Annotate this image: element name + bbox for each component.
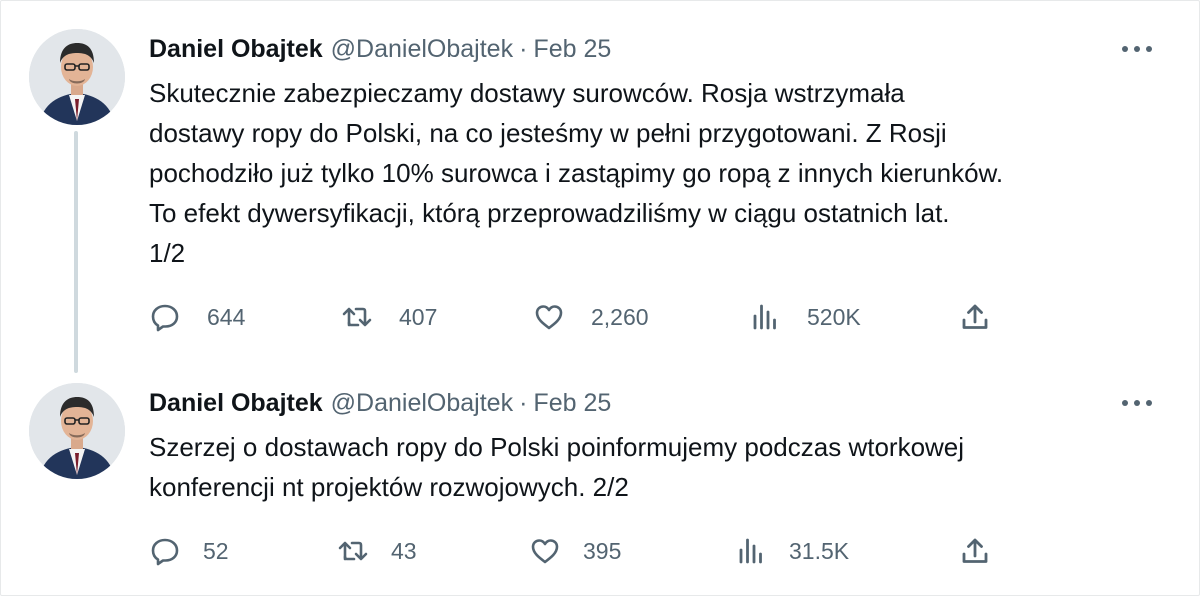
retweet-button[interactable]: 43 bbox=[337, 531, 417, 571]
tweet-date[interactable]: Feb 25 bbox=[533, 29, 611, 69]
retweet-count: 43 bbox=[391, 537, 417, 564]
tweet-text-line: 1/2 bbox=[149, 238, 186, 268]
tweet-date[interactable]: Feb 25 bbox=[533, 383, 611, 423]
reply-count: 52 bbox=[203, 537, 229, 564]
author-avatar[interactable] bbox=[29, 29, 125, 125]
like-count: 2,260 bbox=[591, 303, 649, 330]
tweet-text-line: konferencji nt projektów rozwojowych. 2/… bbox=[149, 472, 629, 502]
bar-chart-icon bbox=[739, 538, 762, 564]
tweet-text-line: To efekt dywersyfikacji, którą przeprowa… bbox=[149, 198, 950, 228]
upload-share-icon bbox=[962, 304, 988, 329]
like-count: 395 bbox=[583, 537, 622, 564]
speech-bubble-icon bbox=[151, 538, 179, 566]
reply-button[interactable]: 52 bbox=[149, 531, 229, 571]
retweet-button[interactable]: 407 bbox=[341, 297, 437, 337]
tweet-header: Daniel Obajtek @DanielObajtek · Feb 25 bbox=[149, 29, 611, 69]
like-button[interactable]: 395 bbox=[529, 531, 621, 571]
share-button[interactable] bbox=[959, 297, 991, 337]
separator-dot: · bbox=[519, 389, 528, 417]
retweet-arrows-icon bbox=[338, 541, 368, 561]
more-options-button[interactable] bbox=[1117, 34, 1157, 64]
tweet-thread-frame: Daniel Obajtek @DanielObajtek · Feb 25 S… bbox=[0, 0, 1200, 596]
views-count: 31.5K bbox=[789, 537, 850, 564]
views-count: 520K bbox=[807, 303, 861, 330]
tweet-text: Szerzej o dostawach ropy do Polski poinf… bbox=[149, 427, 1159, 507]
tweet-text-line: pochodziło już tylko 10% surowca i zastą… bbox=[149, 158, 1004, 188]
separator-dot: · bbox=[519, 35, 528, 63]
tweet-text-line: Skutecznie zabezpieczamy dostawy surowcó… bbox=[149, 78, 905, 108]
tweet-header: Daniel Obajtek @DanielObajtek · Feb 25 bbox=[149, 383, 611, 423]
retweet-count: 407 bbox=[399, 303, 438, 330]
tweet-2[interactable]: Daniel Obajtek @DanielObajtek · Feb 25 S… bbox=[1, 373, 1200, 596]
upload-share-icon bbox=[962, 538, 988, 563]
more-horizontal-icon bbox=[1122, 400, 1152, 406]
tweet-text-line: dostawy ropy do Polski, na co jesteśmy w… bbox=[149, 118, 947, 148]
speech-bubble-icon bbox=[151, 304, 179, 332]
tweet-1[interactable]: Daniel Obajtek @DanielObajtek · Feb 25 S… bbox=[1, 1, 1200, 373]
reply-button[interactable]: 644 bbox=[149, 297, 245, 337]
retweet-arrows-icon bbox=[342, 307, 372, 327]
share-button[interactable] bbox=[959, 531, 991, 571]
author-avatar[interactable] bbox=[29, 383, 125, 479]
reply-count: 644 bbox=[207, 303, 246, 330]
like-button[interactable]: 2,260 bbox=[533, 297, 649, 337]
heart-icon bbox=[531, 539, 559, 564]
heart-icon bbox=[535, 305, 563, 330]
more-options-button[interactable] bbox=[1117, 388, 1157, 418]
views-button[interactable]: 520K bbox=[749, 297, 861, 337]
tweet-actions: 644 407 2,260 520K bbox=[149, 297, 1149, 337]
tweet-text: Skutecznie zabezpieczamy dostawy surowcó… bbox=[149, 73, 1159, 273]
tweet-actions: 52 43 395 31.5K bbox=[149, 531, 1149, 571]
author-name[interactable]: Daniel Obajtek bbox=[149, 29, 323, 69]
more-horizontal-icon bbox=[1122, 46, 1152, 52]
tweet-text-line: Szerzej o dostawach ropy do Polski poinf… bbox=[149, 432, 965, 462]
views-button[interactable]: 31.5K bbox=[735, 531, 849, 571]
bar-chart-icon bbox=[753, 304, 776, 330]
author-name[interactable]: Daniel Obajtek bbox=[149, 383, 323, 423]
author-handle[interactable]: @DanielObajtek bbox=[331, 29, 513, 69]
thread-connector-line bbox=[74, 131, 78, 373]
author-handle[interactable]: @DanielObajtek bbox=[331, 383, 513, 423]
